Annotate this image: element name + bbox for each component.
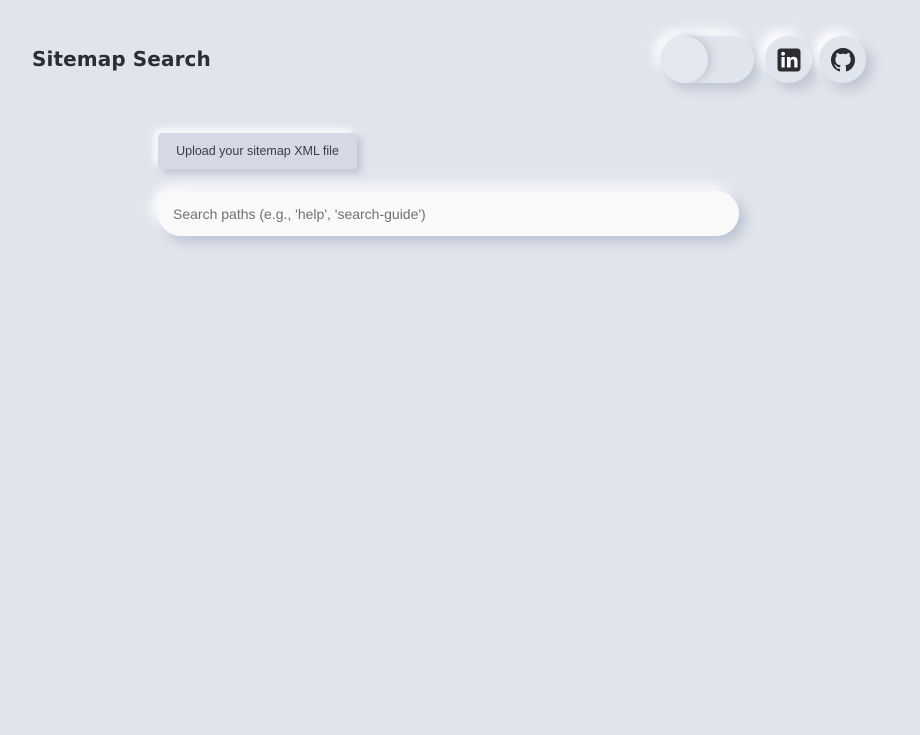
upload-sitemap-button[interactable]: Upload your sitemap XML file xyxy=(158,133,357,169)
toggle-knob xyxy=(661,36,708,83)
search-input[interactable] xyxy=(158,191,739,236)
theme-toggle[interactable] xyxy=(661,36,754,83)
github-button[interactable] xyxy=(819,36,866,83)
search-container xyxy=(158,191,739,236)
linkedin-icon xyxy=(777,48,801,72)
page-title: Sitemap Search xyxy=(32,47,211,71)
app-root: Sitemap Search Upload your sitemap XML f… xyxy=(0,0,920,735)
github-icon xyxy=(830,47,855,72)
linkedin-button[interactable] xyxy=(765,36,812,83)
